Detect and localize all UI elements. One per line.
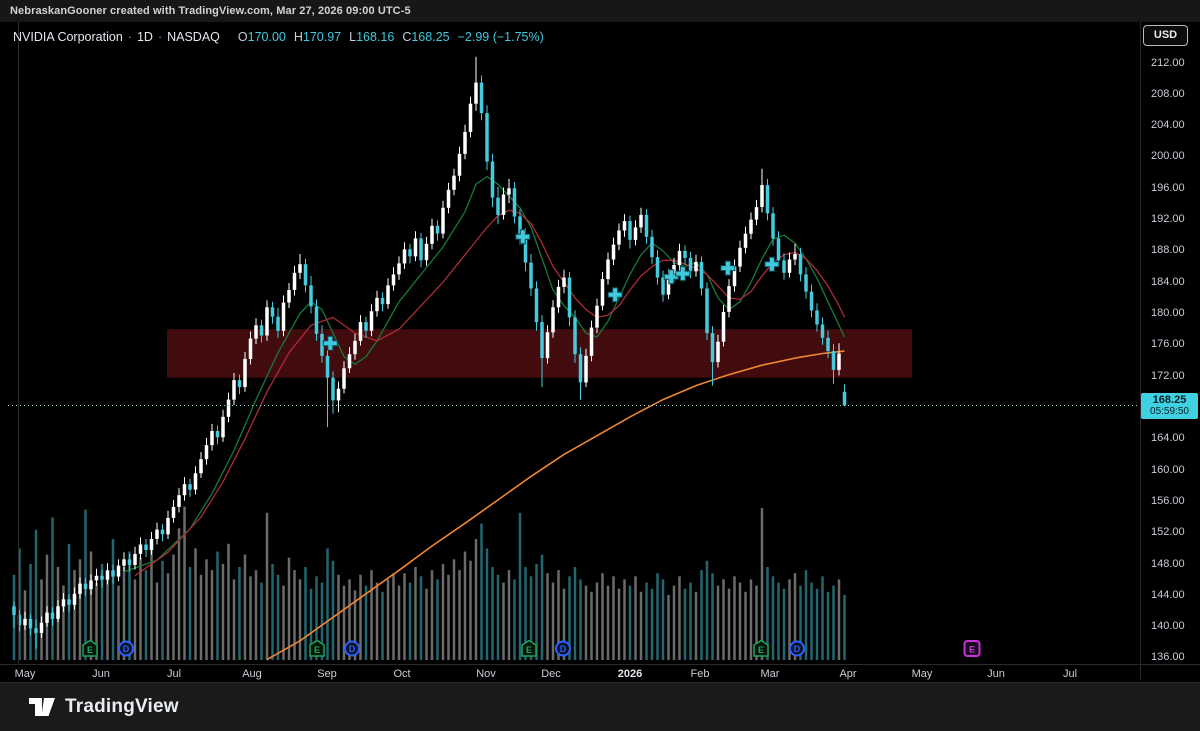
time-tick-label: 2026 — [617, 668, 643, 680]
ohlc-readout: O170.00 H170.97 L168.16 C168.25 −2.99 (−1.75… — [230, 30, 544, 44]
open-label: O — [237, 30, 248, 44]
attribution-text: NebraskanGooner created with TradingView… — [10, 5, 411, 17]
time-tick-label: Apr — [839, 668, 857, 680]
time-tick-label: Jul — [166, 668, 182, 680]
symbol-legend[interactable]: NVIDIA Corporation · 1D · NASDAQ O170.00 H170.… — [13, 30, 544, 44]
time-tick-label: Dec — [541, 668, 561, 680]
close-value: 168.25 — [411, 30, 450, 44]
time-tick-label: May — [911, 668, 933, 680]
time-tick-label: Oct — [393, 668, 411, 680]
tradingview-logo-link[interactable]: TradingView — [28, 696, 179, 718]
high-value: 170.97 — [302, 30, 342, 44]
attribution-bar: NebraskanGooner created with TradingView… — [0, 0, 1200, 22]
interval-label[interactable]: 1D — [137, 30, 153, 44]
change-value: −2.99 (−1.75%) — [457, 30, 544, 44]
exchange-label: NASDAQ — [167, 30, 220, 44]
symbol-name[interactable]: NVIDIA Corporation — [13, 30, 123, 44]
time-tick-label: Jun — [92, 668, 110, 680]
time-tick-label: Jun — [987, 668, 1005, 680]
time-tick-label: Nov — [476, 668, 496, 680]
last-price-label: 168.25 05:59:50 — [1141, 392, 1198, 419]
open-value: 170.00 — [247, 30, 286, 44]
legend-separator: · — [157, 30, 163, 44]
bar-countdown: 05:59:50 — [1150, 405, 1189, 417]
time-tick-label: Sep — [317, 668, 337, 680]
legend-separator: · — [127, 30, 132, 44]
low-value: 168.16 — [356, 30, 395, 44]
time-axis[interactable]: May Jun Jul Aug Sep Oct Nov Dec 2026 Feb Mar Apr May… — [0, 0, 1200, 731]
last-price-value: 168.25 — [1152, 393, 1187, 406]
time-tick-label: May — [14, 668, 36, 680]
tradingview-wordmark: TradingView — [65, 696, 179, 717]
footer-bar: TradingView — [0, 682, 1200, 731]
time-tick-label: Aug — [242, 668, 262, 680]
currency-button[interactable]: USD — [1143, 25, 1188, 46]
time-tick-label: Feb — [690, 668, 710, 680]
tradingview-chart-window: NebraskanGooner created with TradingView… — [0, 0, 1200, 731]
tradingview-logo-icon — [29, 698, 55, 716]
time-tick-label: Mar — [760, 668, 780, 680]
close-label: C — [402, 30, 412, 44]
high-label: H — [293, 30, 303, 44]
time-tick-label: Jul — [1062, 668, 1078, 680]
